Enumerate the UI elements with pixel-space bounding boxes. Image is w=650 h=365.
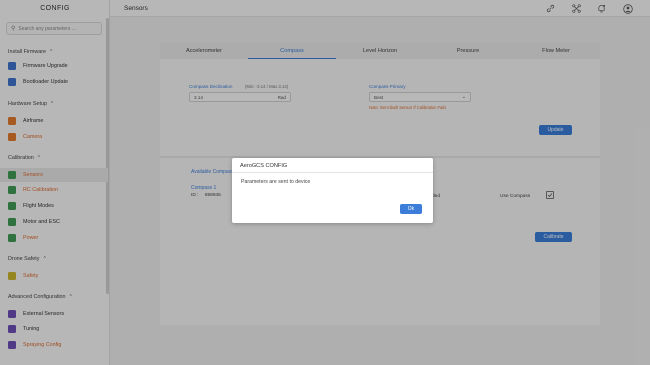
dialog-title: AeroGCS CONFIG <box>240 163 288 169</box>
ok-button[interactable]: Ok <box>400 204 422 214</box>
dialog-message: Parameters are sent to device <box>241 179 311 185</box>
confirmation-dialog: AeroGCS CONFIG Parameters are sent to de… <box>232 158 433 223</box>
dialog-divider <box>232 172 433 173</box>
